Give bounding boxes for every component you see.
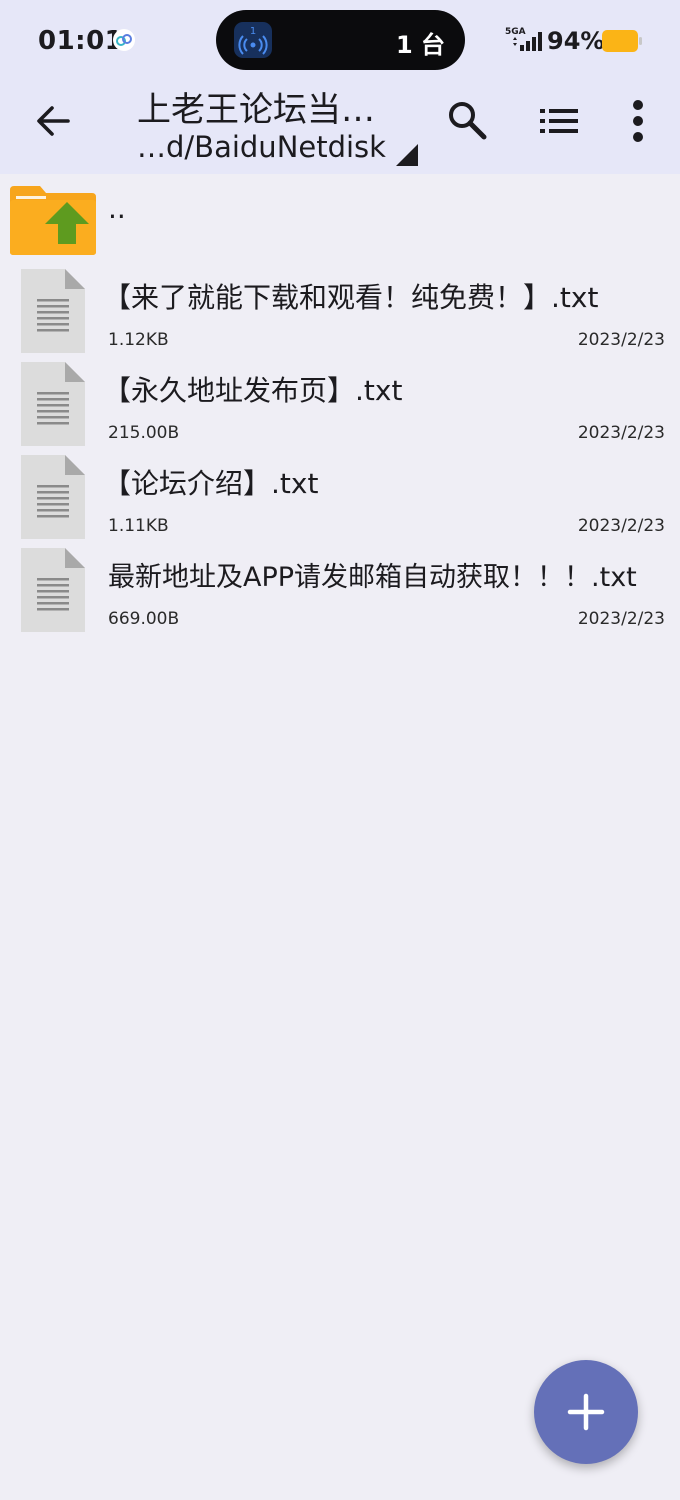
parent-directory-label: ..	[108, 192, 126, 225]
cloud-app-icon	[113, 29, 135, 51]
text-file-icon	[21, 362, 85, 446]
text-file-icon	[21, 455, 85, 539]
status-bar: 01:01 1 1 台 5GA 94%	[0, 0, 680, 82]
hotspot-icon: 1	[234, 22, 272, 58]
search-icon[interactable]	[447, 100, 487, 140]
folder-path[interactable]: …d/BaiduNetdisk	[137, 130, 386, 164]
folder-up-icon	[10, 186, 96, 255]
file-row[interactable]: 最新地址及APP请发邮箱自动获取！！！.txt 669.00B 2023/2/2…	[0, 541, 680, 634]
app-bar: 上老王论坛当… …d/BaiduNetdisk	[0, 82, 680, 174]
dynamic-island[interactable]: 1 1 台	[216, 10, 465, 70]
path-dropdown-icon[interactable]	[396, 144, 418, 166]
file-row[interactable]: 【论坛介绍】.txt 1.11KB 2023/2/23	[0, 448, 680, 541]
back-arrow-icon[interactable]	[34, 102, 72, 140]
file-manager-screen: 01:01 1 1 台 5GA 94% 上老王论坛当… …d/BaiduNetd…	[0, 0, 680, 1500]
text-file-icon	[21, 548, 85, 632]
file-size: 1.12KB	[108, 330, 169, 350]
file-date: 2023/2/23	[577, 609, 665, 629]
folder-title: 上老王论坛当…	[137, 90, 375, 130]
parent-directory-row[interactable]: ..	[0, 174, 680, 262]
file-name: 【永久地址发布页】.txt	[103, 374, 403, 407]
file-size: 1.11KB	[108, 516, 169, 536]
more-options-icon[interactable]	[626, 100, 650, 142]
file-list: .. 【来了就能下载和观看！纯免费！】.txt 1.12KB 2023/2/23	[0, 174, 680, 634]
island-count: 1 台	[395, 31, 445, 59]
file-size: 669.00B	[108, 609, 180, 629]
file-date: 2023/2/23	[577, 516, 665, 536]
file-row[interactable]: 【永久地址发布页】.txt 215.00B 2023/2/23	[0, 355, 680, 448]
list-view-icon[interactable]	[540, 104, 578, 138]
svg-text:1: 1	[250, 26, 256, 37]
plus-icon	[567, 1393, 605, 1431]
file-row[interactable]: 【来了就能下载和观看！纯免费！】.txt 1.12KB 2023/2/23	[0, 262, 680, 355]
file-name: 【来了就能下载和观看！纯免费！】.txt	[103, 281, 599, 314]
file-date: 2023/2/23	[577, 330, 665, 350]
file-name: 【论坛介绍】.txt	[103, 467, 319, 500]
text-file-icon	[21, 269, 85, 353]
file-date: 2023/2/23	[577, 423, 665, 443]
battery-percent: 94%	[547, 27, 605, 55]
file-size: 215.00B	[108, 423, 180, 443]
signal-icon	[513, 32, 542, 51]
add-button[interactable]	[534, 1360, 638, 1464]
battery-icon	[602, 30, 642, 52]
status-time: 01:01	[38, 26, 124, 56]
file-name: 最新地址及APP请发邮箱自动获取！！！.txt	[108, 562, 637, 593]
